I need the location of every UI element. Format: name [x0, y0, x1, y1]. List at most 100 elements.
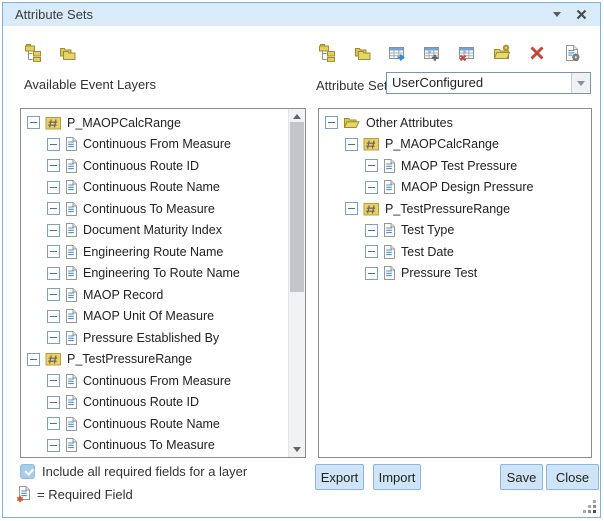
tree-item-label: P_MAOPCalcRange	[67, 116, 181, 130]
properties-report-icon	[564, 44, 581, 62]
tree-item[interactable]: Engineering Route Name	[21, 241, 288, 263]
tree-item[interactable]: Test Type	[319, 220, 591, 242]
layer-icon	[45, 115, 62, 131]
field-icon	[65, 265, 78, 281]
collapse-toggle[interactable]	[345, 202, 358, 215]
tree-item[interactable]: Continuous Route ID	[21, 392, 288, 414]
tree-item[interactable]: P_MAOPCalcRange	[319, 134, 591, 156]
tree-item-label: P_TestPressureRange	[385, 202, 510, 216]
collapse-toggle[interactable]	[47, 288, 60, 301]
vertical-scrollbar[interactable]	[288, 109, 305, 457]
field-icon	[383, 158, 396, 174]
tree-item[interactable]: Continuous To Measure	[21, 198, 288, 220]
tree-item[interactable]: Other Attributes	[319, 112, 591, 134]
tree-item[interactable]: P_TestPressureRange	[21, 349, 288, 371]
tree-item[interactable]: MAOP Unit Of Measure	[21, 306, 288, 328]
tree-item-label: Pressure Established By	[83, 331, 219, 345]
tree-item-label: Engineering Route Name	[83, 245, 223, 259]
tree-item[interactable]: MAOP Design Pressure	[319, 177, 591, 199]
attribute-set-tree: Other Attributes P_MAOPCalcRange MAOP Test…	[319, 109, 591, 457]
table-remove-button[interactable]	[458, 43, 476, 62]
tree-item[interactable]: Document Maturity Index	[21, 220, 288, 242]
scrollbar-thumb[interactable]	[290, 122, 304, 292]
field-icon	[65, 308, 78, 324]
collapse-toggle[interactable]	[47, 159, 60, 172]
properties-report-button[interactable]	[563, 43, 581, 62]
tree-item[interactable]: Continuous To Measure	[21, 435, 288, 457]
expand-all-icon	[24, 43, 42, 62]
save-button[interactable]: Save	[500, 464, 543, 490]
collapse-toggle[interactable]	[47, 138, 60, 151]
collapse-toggle[interactable]	[365, 159, 378, 172]
tree-item-label: Continuous To Measure	[83, 438, 215, 452]
tree-item[interactable]: Engineering To Route Name	[21, 263, 288, 285]
table-add-button[interactable]	[423, 43, 441, 62]
scroll-down-button[interactable]	[289, 442, 305, 457]
combobox-dropdown-button[interactable]	[571, 73, 590, 93]
tree-item[interactable]: Test Date	[319, 241, 591, 263]
tree-item[interactable]: Pressure Test	[319, 263, 591, 285]
collapse-toggle[interactable]	[365, 267, 378, 280]
collapse-all-button[interactable]	[58, 43, 76, 62]
tree-item[interactable]: Continuous Route Name	[21, 413, 288, 435]
collapse-toggle[interactable]	[47, 396, 60, 409]
collapse-toggle[interactable]	[47, 267, 60, 280]
new-attribute-set-button[interactable]	[493, 43, 511, 62]
import-button[interactable]: Import	[373, 464, 421, 490]
layer-icon	[363, 201, 380, 217]
attribute-set-combobox[interactable]: UserConfigured	[386, 72, 591, 94]
collapse-toggle[interactable]	[365, 181, 378, 194]
collapse-toggle[interactable]	[47, 181, 60, 194]
collapse-toggle[interactable]	[47, 310, 60, 323]
collapse-toggle[interactable]	[325, 116, 338, 129]
tree-item[interactable]: Continuous Route Name	[21, 177, 288, 199]
field-icon	[65, 394, 78, 410]
collapse-toggle[interactable]	[365, 245, 378, 258]
expand-all-button[interactable]	[318, 43, 336, 62]
export-button[interactable]: Export	[315, 464, 364, 490]
title-bar[interactable]: Attribute Sets	[3, 3, 600, 26]
tree-item[interactable]: Continuous From Measure	[21, 134, 288, 156]
tree-item[interactable]: MAOP Test Pressure	[319, 155, 591, 177]
table-export-button[interactable]	[388, 43, 406, 62]
expand-all-icon	[318, 43, 336, 62]
expand-all-button[interactable]	[24, 43, 42, 62]
tree-item[interactable]: Pressure Established By	[21, 327, 288, 349]
close-window-button[interactable]	[572, 3, 590, 26]
delete-icon	[529, 45, 545, 61]
collapse-toggle[interactable]	[47, 202, 60, 215]
include-required-fields-checkbox[interactable]	[20, 464, 35, 479]
collapse-toggle[interactable]	[47, 374, 60, 387]
chevron-down-icon	[553, 12, 561, 17]
chevron-down-icon	[577, 81, 585, 86]
tree-item[interactable]: Continuous From Measure	[21, 370, 288, 392]
tree-item[interactable]: P_TestPressureRange	[319, 198, 591, 220]
tree-item[interactable]: MAOP Record	[21, 284, 288, 306]
collapse-all-button[interactable]	[353, 43, 371, 62]
collapse-toggle[interactable]	[47, 439, 60, 452]
window-menu-button[interactable]	[548, 3, 566, 26]
resize-grip[interactable]	[583, 500, 596, 513]
collapse-toggle[interactable]	[27, 116, 40, 129]
field-icon	[65, 158, 78, 174]
include-required-fields-row: Include all required fields for a layer	[20, 464, 247, 479]
tree-item-label: Test Date	[401, 245, 454, 259]
tree-item-label: Engineering To Route Name	[83, 266, 240, 280]
collapse-toggle[interactable]	[47, 417, 60, 430]
tree-item[interactable]: P_MAOPCalcRange	[21, 112, 288, 134]
collapse-toggle[interactable]	[47, 224, 60, 237]
tree-item-label: P_MAOPCalcRange	[385, 137, 499, 151]
close-button[interactable]: Close	[546, 464, 599, 490]
tree-item[interactable]: Continuous Route ID	[21, 155, 288, 177]
field-icon	[383, 265, 396, 281]
delete-button[interactable]	[528, 43, 546, 62]
collapse-toggle[interactable]	[27, 353, 40, 366]
collapse-toggle[interactable]	[47, 331, 60, 344]
collapse-toggle[interactable]	[365, 224, 378, 237]
collapse-all-icon	[58, 44, 77, 62]
collapse-toggle[interactable]	[47, 245, 60, 258]
tree-item-label: Continuous From Measure	[83, 374, 231, 388]
layer-icon	[363, 136, 380, 152]
collapse-toggle[interactable]	[345, 138, 358, 151]
field-icon	[383, 244, 396, 260]
